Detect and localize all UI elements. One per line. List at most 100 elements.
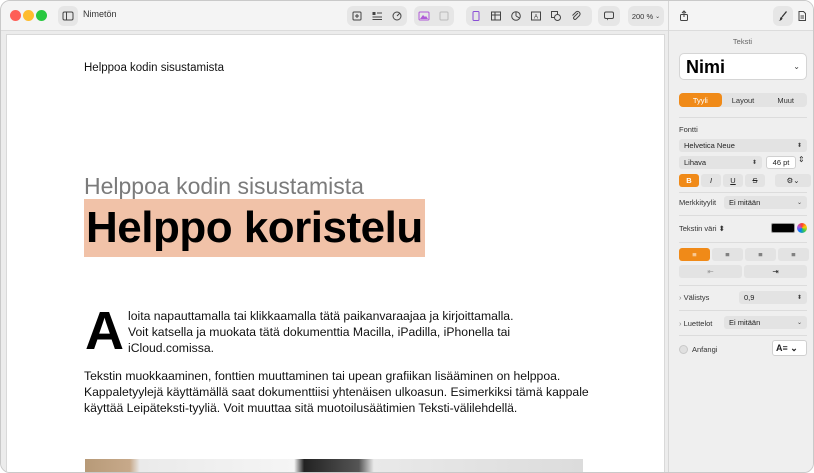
- character-styles-label: Merkkityylit: [679, 198, 717, 207]
- close-button[interactable]: [10, 10, 21, 21]
- table-icon: [491, 11, 501, 21]
- shape-button[interactable]: [546, 6, 566, 26]
- document-page[interactable]: Helppoa kodin sisustamista Helppoa kodin…: [6, 34, 665, 472]
- align-center-button[interactable]: ≡: [712, 248, 743, 261]
- divider: [679, 242, 807, 243]
- sidebar-icon: [62, 11, 74, 21]
- bold-button[interactable]: B: [679, 174, 699, 187]
- divider: [679, 335, 807, 336]
- tab-style[interactable]: Tyyli: [679, 93, 722, 107]
- format-button[interactable]: [773, 6, 793, 26]
- increase-indent-button[interactable]: ⇥: [744, 265, 807, 278]
- media-button[interactable]: [414, 6, 434, 26]
- font-weight-value: Lihava: [684, 158, 707, 167]
- document-button[interactable]: [466, 6, 486, 26]
- share-icon: [680, 10, 688, 21]
- zoom-value: 200 %: [631, 11, 654, 21]
- body-paragraph-2[interactable]: Tekstin muokkaaminen, fonttien muuttamin…: [84, 368, 594, 416]
- font-family-select[interactable]: Helvetica Neue ⬍: [679, 139, 807, 152]
- dial-icon: [392, 11, 402, 21]
- svg-text:A: A: [534, 15, 538, 21]
- align-right-icon: ≡: [758, 250, 763, 259]
- divider: [679, 117, 807, 118]
- decrease-indent-button[interactable]: ⇤: [679, 265, 742, 278]
- text-options-button[interactable]: ⚙⌄: [775, 174, 811, 187]
- strikethrough-button[interactable]: S: [745, 174, 765, 187]
- zoom-control[interactable]: 200 % ⌄: [628, 6, 664, 26]
- paragraph-line: loita napauttamalla tai klikkaamalla tät…: [128, 309, 514, 323]
- body-paragraph-1[interactable]: loita napauttamalla tai klikkaamalla tät…: [128, 308, 598, 356]
- document-title-text[interactable]: Helppo koristelu: [86, 199, 423, 257]
- objects-group: A: [466, 6, 592, 26]
- gear-icon: ⚙⌄: [786, 176, 800, 185]
- dropcap-style-preview[interactable]: A≡ ⌄: [772, 340, 807, 356]
- photo-placeholder[interactable]: [85, 459, 583, 472]
- paragraph-style-selector[interactable]: Nimi ⌄: [679, 53, 807, 80]
- underline-button[interactable]: U: [723, 174, 743, 187]
- chevron-down-icon: ⌄: [655, 13, 661, 20]
- chevron-down-icon: ⌄: [793, 62, 800, 71]
- font-family-value: Helvetica Neue: [684, 141, 735, 150]
- lists-select[interactable]: Ei mitään ⌄: [724, 316, 807, 329]
- align-left-button[interactable]: ≡: [679, 248, 710, 261]
- italic-button[interactable]: I: [701, 174, 721, 187]
- lists-label[interactable]: › Luettelot: [679, 319, 712, 328]
- color-wheel-icon[interactable]: [797, 223, 807, 233]
- text-color-swatch[interactable]: [771, 223, 795, 233]
- comment-button[interactable]: [598, 6, 620, 26]
- format-tabs: Tyyli Layout Muut: [679, 93, 807, 107]
- text-box-button[interactable]: A: [526, 6, 546, 26]
- fullscreen-button[interactable]: [36, 10, 47, 21]
- chart-icon: [511, 11, 521, 21]
- selected-title-highlight[interactable]: Helppo koristelu: [84, 199, 425, 257]
- font-size-stepper[interactable]: ⇕: [798, 155, 805, 164]
- font-label: Fontti: [679, 125, 698, 134]
- document-setup-button[interactable]: [793, 6, 811, 26]
- font-size-value: 46 pt: [772, 158, 790, 167]
- document-subtitle[interactable]: Helppoa kodin sisustamista: [84, 173, 364, 200]
- font-size-field[interactable]: 46 pt: [766, 156, 796, 169]
- gallery-button[interactable]: [434, 6, 454, 26]
- attach-button[interactable]: [566, 6, 586, 26]
- comment-icon: [604, 11, 614, 21]
- divider: [679, 215, 807, 216]
- document-canvas[interactable]: Helppoa kodin sisustamista Helppoa kodin…: [1, 31, 668, 472]
- updown-icon: ⬍: [796, 143, 802, 149]
- tab-more[interactable]: Muut: [764, 93, 807, 107]
- share-button[interactable]: [673, 6, 695, 26]
- document-title: Nimetön: [83, 9, 117, 19]
- track-changes-button[interactable]: [387, 6, 407, 26]
- justify-button[interactable]: ≡: [778, 248, 809, 261]
- paragraph-line: Voit katsella ja muokata tätä dokumentti…: [128, 325, 511, 339]
- justify-icon: ≡: [791, 250, 796, 259]
- character-styles-select[interactable]: Ei mitään ⌄: [724, 196, 807, 209]
- sidebar-toggle-button[interactable]: [58, 6, 78, 26]
- dropcap-checkbox[interactable]: [679, 345, 688, 354]
- document-icon: [472, 11, 480, 21]
- tab-layout[interactable]: Layout: [722, 93, 765, 107]
- updown-icon: ⬍: [796, 295, 802, 301]
- spacing-label[interactable]: › Välistys: [679, 293, 709, 302]
- spacing-select[interactable]: 0,9 ⬍: [739, 291, 807, 304]
- divider: [679, 310, 807, 311]
- minimize-button[interactable]: [23, 10, 34, 21]
- chart-button[interactable]: [506, 6, 526, 26]
- paragraph-line: iCloud.comissa.: [128, 341, 215, 355]
- chevron-down-icon: ⌄: [796, 320, 802, 326]
- font-weight-select[interactable]: Lihava ⬍: [679, 156, 762, 169]
- spacing-value: 0,9: [744, 293, 755, 302]
- paintbrush-icon: [778, 11, 788, 21]
- text-box-icon: A: [531, 11, 541, 21]
- plus-square-icon: [352, 11, 362, 21]
- updown-icon: ⬍: [751, 160, 757, 166]
- sidebar-toolbar: [669, 1, 813, 31]
- page-header[interactable]: Helppoa kodin sisustamista: [84, 62, 224, 74]
- insert-group: [347, 6, 407, 26]
- insert-text-button[interactable]: [367, 6, 387, 26]
- add-page-button[interactable]: [347, 6, 367, 26]
- table-button[interactable]: [486, 6, 506, 26]
- align-right-button[interactable]: ≡: [745, 248, 776, 261]
- indent-buttons: ⇤ ⇥: [679, 265, 807, 278]
- dropcap-letter[interactable]: A: [85, 304, 124, 358]
- shape-icon: [551, 11, 561, 21]
